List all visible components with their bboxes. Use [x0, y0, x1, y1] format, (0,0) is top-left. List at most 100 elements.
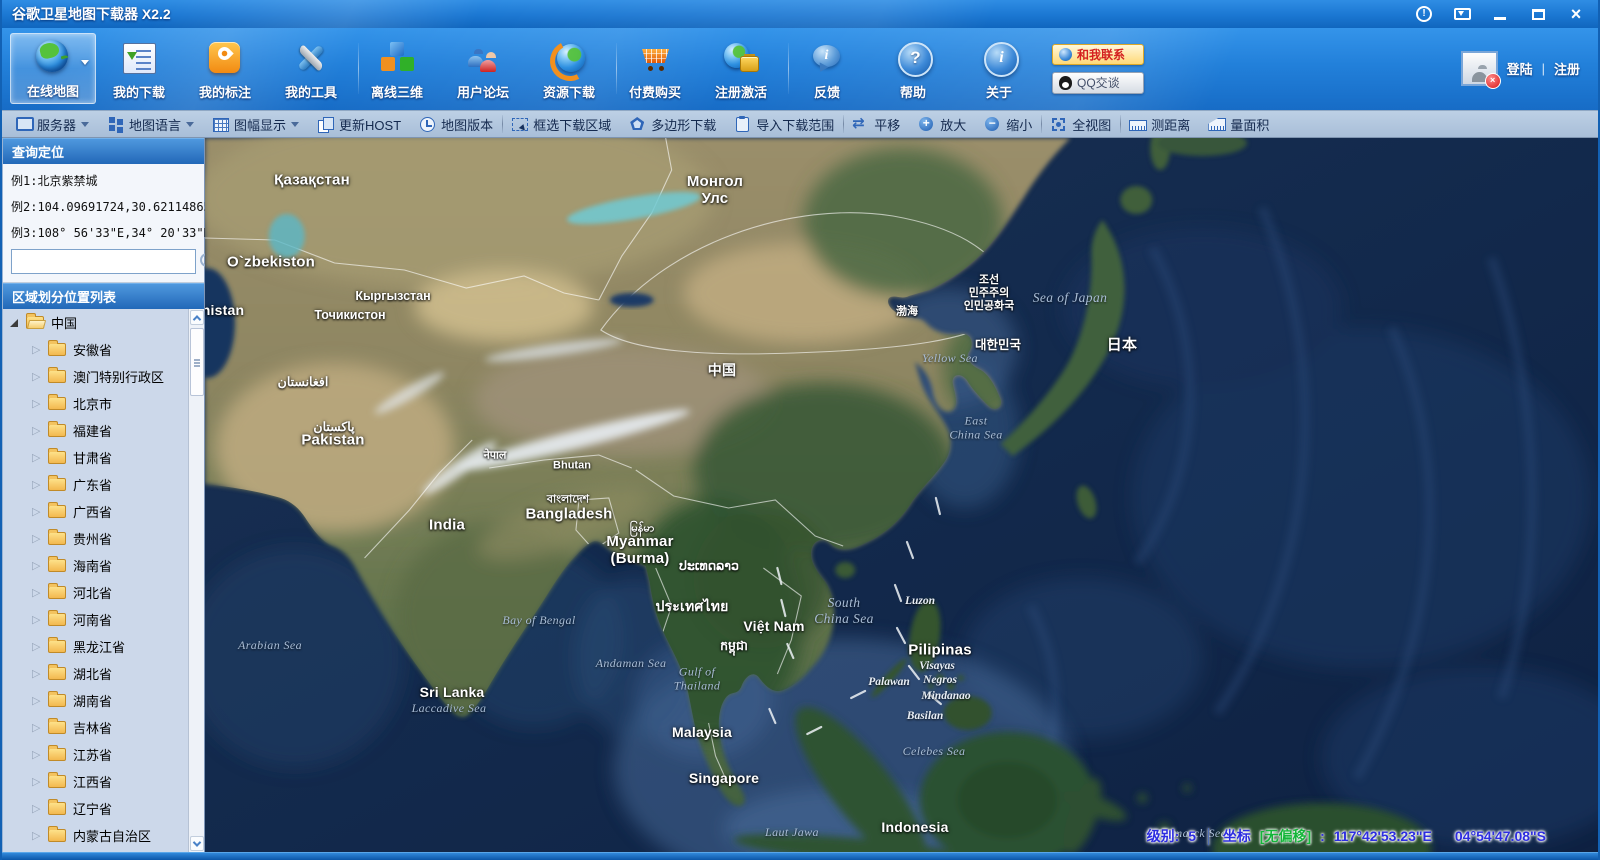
scroll-thumb[interactable] — [190, 328, 204, 396]
ribbon-button-label: 多边形下载 — [651, 115, 716, 134]
ribbon-button[interactable]: 服务器 — [6, 111, 98, 137]
contact-me-button[interactable]: 和我联系 — [1052, 44, 1144, 65]
tree-node-province[interactable]: ▷ 河北省 — [3, 579, 188, 606]
tree-node-label: 海南省 — [73, 556, 112, 575]
ribbon-button-icon — [1208, 116, 1225, 132]
folder-icon — [48, 478, 66, 491]
folder-icon — [48, 397, 66, 410]
toolbar-button[interactable]: 我的工具 — [268, 33, 354, 104]
info-button[interactable] — [1412, 3, 1436, 25]
toolbar-button-icon — [893, 39, 933, 77]
ribbon-button-label: 地图语言 — [129, 115, 181, 134]
tree-node-province[interactable]: ▷ 宁夏省 — [3, 849, 188, 852]
toolbar-button[interactable]: 我的标注 — [182, 33, 268, 104]
tree-node-province[interactable]: ▷ 辽宁省 — [3, 795, 188, 822]
tree-node-province[interactable]: ▷ 甘肃省 — [3, 444, 188, 471]
chevron-down-icon — [81, 122, 89, 131]
tree-node-province[interactable]: ▷ 广西省 — [3, 498, 188, 525]
tree-rows: 中国 ▷ 安徽省 ▷ 澳门特别行政区 ▷ 北京 — [3, 309, 188, 852]
map-canvas[interactable]: ҚазақстанМонгол УлсO`zbekistonКыргызстан… — [205, 138, 1598, 852]
register-link[interactable]: 注册 — [1554, 59, 1580, 78]
tree-expanded-icon — [10, 319, 18, 327]
toolbar-button-label: 用户论坛 — [457, 82, 509, 101]
tree-collapsed-icon: ▷ — [32, 586, 43, 599]
tree-node-province[interactable]: ▷ 湖北省 — [3, 660, 188, 687]
tree-node-province[interactable]: ▷ 河南省 — [3, 606, 188, 633]
ribbon-button[interactable]: 量面积 — [1199, 111, 1278, 137]
login-link[interactable]: 登陆 — [1507, 59, 1533, 78]
toolbar-button[interactable]: 离线三维 — [354, 33, 440, 104]
toolbar-button-label: 关于 — [986, 82, 1012, 101]
tree-node-province[interactable]: ▷ 江苏省 — [3, 741, 188, 768]
tree-node-province[interactable]: ▷ 海南省 — [3, 552, 188, 579]
tray-button[interactable] — [1450, 3, 1474, 25]
toolbar-button[interactable]: 付费购买 — [612, 33, 698, 104]
tree-node-province[interactable]: ▷ 广东省 — [3, 471, 188, 498]
tree-node-label: 吉林省 — [73, 718, 112, 737]
ribbon-button[interactable]: 导入下载范围 — [725, 111, 843, 137]
toolbar-button[interactable]: 帮助 — [870, 33, 956, 104]
tree-node-china[interactable]: 中国 — [3, 309, 188, 336]
toolbar-button-icon — [807, 39, 847, 77]
tree-node-province[interactable]: ▷ 黑龙江省 — [3, 633, 188, 660]
search-box — [11, 249, 196, 274]
folder-icon — [48, 586, 66, 599]
window-controls — [1412, 3, 1588, 25]
ribbon-button-icon — [1050, 116, 1067, 132]
folder-icon — [48, 802, 66, 815]
folder-icon — [48, 667, 66, 680]
ribbon-button[interactable]: 地图版本 — [410, 111, 502, 137]
ribbon-button[interactable]: 更新HOST — [308, 111, 410, 137]
tree-node-label: 北京市 — [73, 394, 112, 413]
toolbar-button[interactable]: 用户论坛 — [440, 33, 526, 104]
toolbar-button[interactable]: 注册激活 — [698, 33, 784, 104]
toolbar-button[interactable]: 关于 — [956, 33, 1042, 104]
tree-node-province[interactable]: ▷ 江西省 — [3, 768, 188, 795]
tree-node-province[interactable]: ▷ 澳门特别行政区 — [3, 363, 188, 390]
ribbon-button[interactable]: 全视图 — [1041, 111, 1120, 137]
tree-node-label: 辽宁省 — [73, 799, 112, 818]
login-divider: | — [1542, 61, 1545, 76]
ribbon-button-label: 图幅显示 — [234, 115, 286, 134]
close-button[interactable] — [1564, 3, 1588, 25]
scroll-down-button[interactable] — [190, 836, 204, 851]
tree-collapsed-icon: ▷ — [32, 424, 43, 437]
minimize-button[interactable] — [1488, 3, 1512, 25]
ribbon-button-icon — [419, 116, 436, 132]
tree-node-province[interactable]: ▷ 贵州省 — [3, 525, 188, 552]
search-input[interactable] — [12, 250, 196, 273]
ribbon-button-icon — [984, 116, 1001, 132]
ribbon-button[interactable]: 地图语言 — [98, 111, 203, 137]
tree-collapsed-icon: ▷ — [32, 640, 43, 653]
ribbon-button[interactable]: 放大 — [909, 111, 975, 137]
toolbar-button[interactable]: 在线地图 — [10, 33, 96, 104]
scroll-up-button[interactable] — [190, 310, 204, 325]
tree-node-province[interactable]: ▷ 福建省 — [3, 417, 188, 444]
toolbar-button-icon — [291, 39, 331, 77]
toolbar-button[interactable]: 反馈 — [784, 33, 870, 104]
tree-node-province[interactable]: ▷ 湖南省 — [3, 687, 188, 714]
qq-chat-label: QQ交谈 — [1077, 74, 1120, 91]
toolbar-button[interactable]: 我的下载 — [96, 33, 182, 104]
tree-collapsed-icon: ▷ — [32, 370, 43, 383]
tree-collapsed-icon: ▷ — [32, 775, 43, 788]
tree-collapsed-icon: ▷ — [32, 343, 43, 356]
ribbon-button[interactable]: 图幅显示 — [203, 111, 308, 137]
ribbon-button[interactable]: 缩小 — [975, 111, 1041, 137]
tree-node-label: 澳门特别行政区 — [73, 367, 164, 386]
folder-icon — [48, 748, 66, 761]
qq-chat-button[interactable]: QQ交谈 — [1052, 72, 1144, 94]
folder-icon — [48, 532, 66, 545]
ribbon-button[interactable]: 测距离 — [1120, 111, 1199, 137]
ribbon-button-label: 测距离 — [1151, 115, 1190, 134]
tree-node-province[interactable]: ▷ 吉林省 — [3, 714, 188, 741]
tree-node-province[interactable]: ▷ 安徽省 — [3, 336, 188, 363]
toolbar-button[interactable]: 资源下载 — [526, 33, 612, 104]
maximize-button[interactable] — [1526, 3, 1550, 25]
tree-node-province[interactable]: ▷ 北京市 — [3, 390, 188, 417]
ribbon-button[interactable]: 平移 — [843, 111, 909, 137]
ribbon-button[interactable]: 多边形下载 — [620, 111, 725, 137]
ribbon-button-label: 框选下载区域 — [533, 115, 611, 134]
tree-node-province[interactable]: ▷ 内蒙古自治区 — [3, 822, 188, 849]
ribbon-button[interactable]: 框选下载区域 — [502, 111, 620, 137]
